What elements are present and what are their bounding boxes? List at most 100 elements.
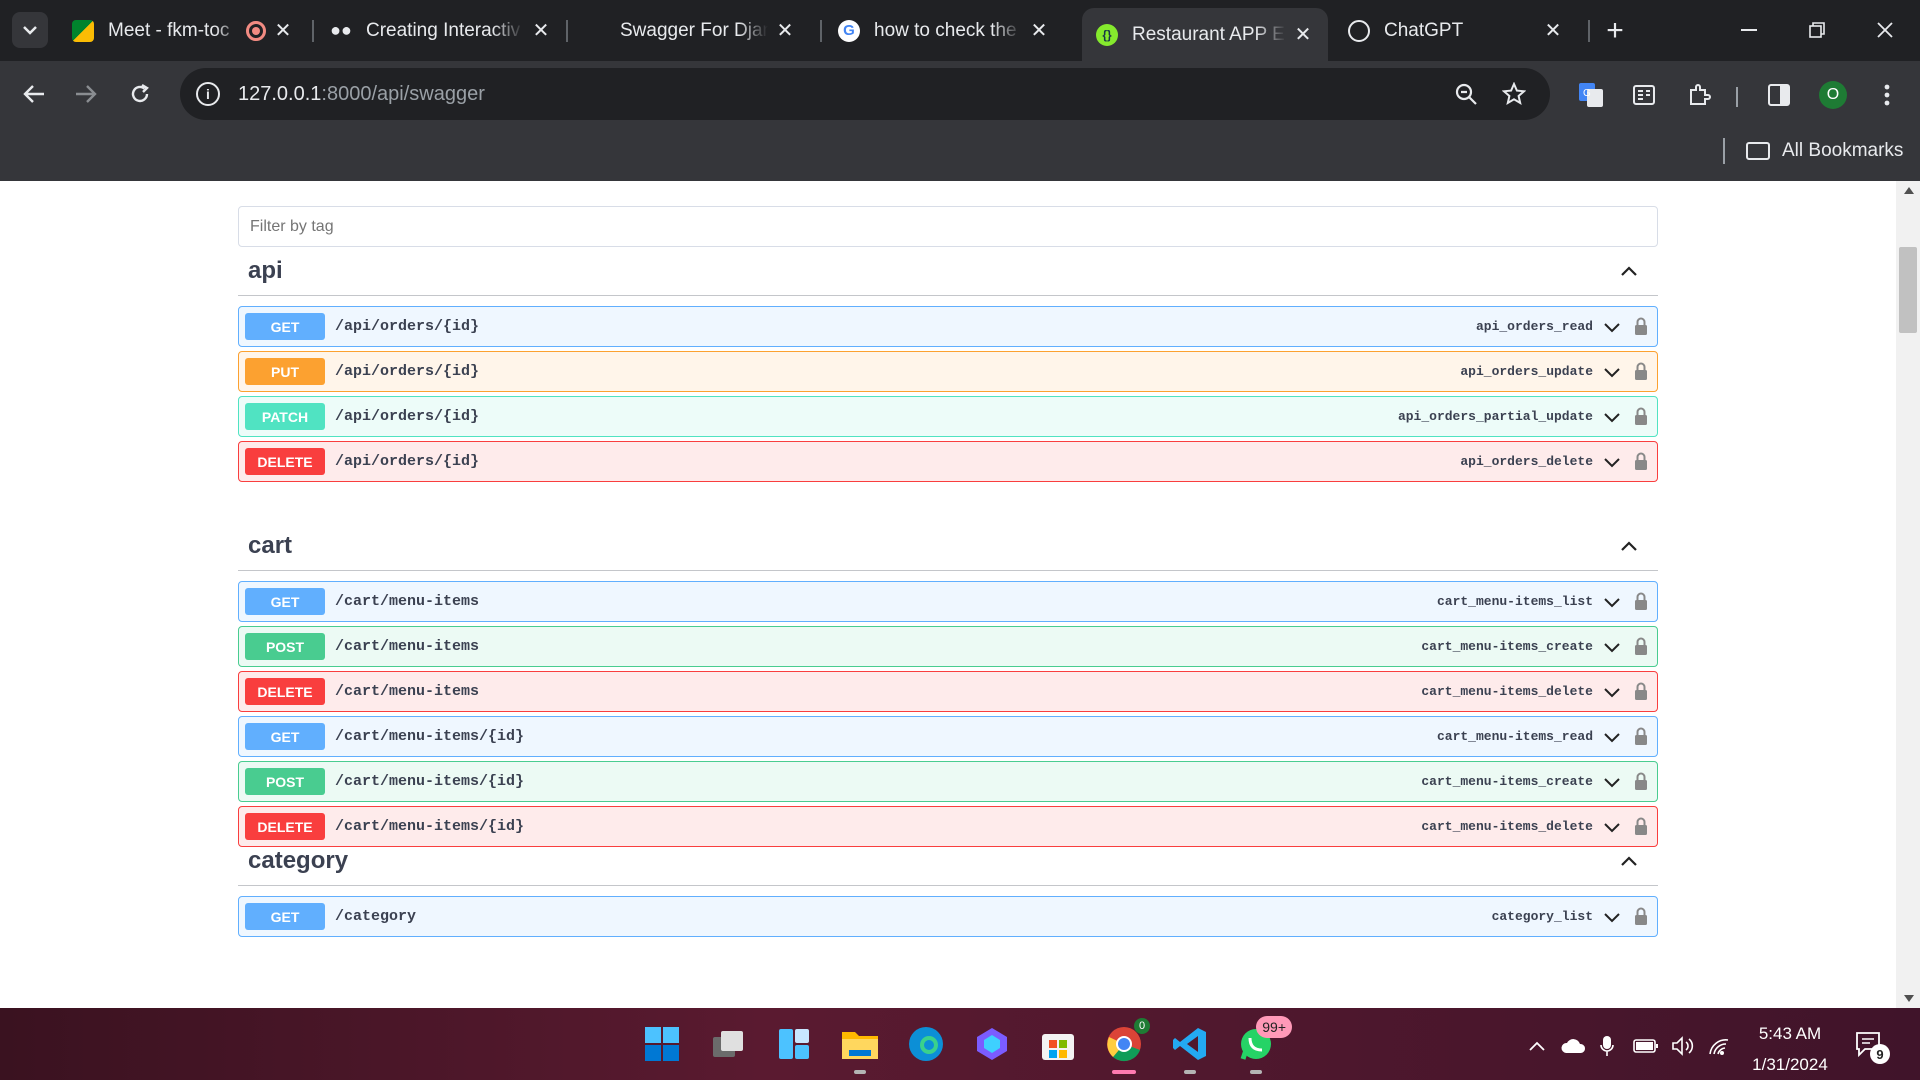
lock-icon[interactable] bbox=[1634, 637, 1648, 656]
tag-header[interactable]: api bbox=[238, 246, 1658, 296]
tab-meet[interactable]: Meet - fkm-toc ✕ bbox=[58, 8, 308, 53]
tag-header[interactable]: category bbox=[238, 836, 1658, 886]
tab-separator bbox=[820, 20, 822, 42]
operation-delete[interactable]: DELETE/cart/menu-items cart_menu-items_de… bbox=[238, 671, 1658, 712]
chevron-down-icon[interactable] bbox=[1603, 594, 1621, 612]
chevron-down-icon[interactable] bbox=[1603, 319, 1621, 337]
operation-delete[interactable]: DELETE/api/orders/{id} api_orders_delete bbox=[238, 441, 1658, 482]
toolbar-separator bbox=[1736, 87, 1738, 107]
scroll-up-arrow[interactable] bbox=[1904, 187, 1914, 194]
chevron-up-icon[interactable] bbox=[1620, 537, 1638, 555]
tab-search-button[interactable] bbox=[12, 12, 48, 48]
google-translate-icon[interactable]: G bbox=[1574, 78, 1608, 112]
new-tab-button[interactable]: + bbox=[1598, 14, 1632, 48]
chevron-down-icon[interactable] bbox=[1603, 729, 1621, 747]
notifications-button[interactable]: 9 bbox=[1854, 1030, 1890, 1064]
widgets-button[interactable] bbox=[772, 1022, 816, 1066]
chevron-down-icon[interactable] bbox=[1603, 909, 1621, 927]
operation-patch[interactable]: PATCH/api/orders/{id} api_orders_partial_… bbox=[238, 396, 1658, 437]
operation-get[interactable]: GET/cart/menu-items/{id} cart_menu-items_… bbox=[238, 716, 1658, 757]
scrollbar-thumb[interactable] bbox=[1899, 247, 1917, 333]
url-text[interactable]: 127.0.0.1:8000/api/swagger bbox=[238, 83, 485, 106]
chevron-down-icon[interactable] bbox=[1603, 409, 1621, 427]
task-view-button[interactable] bbox=[706, 1022, 750, 1066]
reload-button[interactable] bbox=[120, 74, 160, 114]
star-icon[interactable] bbox=[1500, 80, 1528, 108]
vscode-button[interactable] bbox=[1168, 1022, 1212, 1074]
close-icon[interactable]: ✕ bbox=[1028, 20, 1050, 42]
operation-post[interactable]: POST/cart/menu-items cart_menu-items_crea… bbox=[238, 626, 1658, 667]
tab-restaurant-app[interactable]: {} Restaurant APP EN ✕ bbox=[1082, 8, 1328, 61]
lock-icon[interactable] bbox=[1634, 907, 1648, 926]
back-button[interactable] bbox=[14, 74, 54, 114]
close-icon[interactable]: ✕ bbox=[272, 20, 294, 42]
lock-icon[interactable] bbox=[1634, 362, 1648, 381]
copilot-button[interactable] bbox=[970, 1022, 1014, 1066]
lock-icon[interactable] bbox=[1634, 682, 1648, 701]
file-explorer-button[interactable] bbox=[838, 1022, 882, 1074]
tab-google-search[interactable]: G how to check the v ✕ bbox=[824, 8, 1064, 53]
extensions-icon[interactable] bbox=[1682, 78, 1716, 112]
forward-button[interactable] bbox=[66, 74, 106, 114]
chevron-down-icon[interactable] bbox=[1603, 684, 1621, 702]
more-menu-icon[interactable] bbox=[1870, 78, 1904, 112]
chrome-button[interactable]: 0 bbox=[1102, 1018, 1150, 1074]
lock-icon[interactable] bbox=[1634, 592, 1648, 611]
side-panel-icon[interactable] bbox=[1762, 78, 1796, 112]
chevron-down-icon[interactable] bbox=[1603, 364, 1621, 382]
battery-icon[interactable] bbox=[1632, 1034, 1660, 1058]
tab-swagger-django[interactable]: Swagger For Djang ✕ bbox=[570, 8, 810, 53]
profile-avatar[interactable]: O bbox=[1819, 81, 1847, 109]
lock-icon[interactable] bbox=[1634, 317, 1648, 336]
lock-icon[interactable] bbox=[1634, 772, 1648, 791]
clock[interactable]: 5:43 AM 1/31/2024 bbox=[1740, 1018, 1840, 1080]
method-badge: GET bbox=[245, 313, 325, 340]
lock-icon[interactable] bbox=[1634, 407, 1648, 426]
scroll-down-arrow[interactable] bbox=[1904, 995, 1914, 1002]
chevron-down-icon[interactable] bbox=[1603, 774, 1621, 792]
tag-header[interactable]: cart bbox=[238, 521, 1658, 571]
operation-post[interactable]: POST/cart/menu-items/{id} cart_menu-items… bbox=[238, 761, 1658, 802]
whatsapp-button[interactable]: 99+ bbox=[1234, 1016, 1292, 1074]
swagger-icon: {} bbox=[1096, 23, 1118, 46]
operation-put[interactable]: PUT/api/orders/{id} api_orders_update bbox=[238, 351, 1658, 392]
close-window-button[interactable] bbox=[1860, 10, 1910, 50]
chevron-down-icon[interactable] bbox=[1603, 454, 1621, 472]
close-icon[interactable]: ✕ bbox=[1542, 20, 1564, 42]
site-info-icon[interactable]: i bbox=[196, 82, 220, 106]
operation-get[interactable]: GET/category category_list bbox=[238, 896, 1658, 937]
close-icon[interactable]: ✕ bbox=[774, 20, 796, 42]
start-button[interactable] bbox=[640, 1022, 684, 1066]
volume-icon[interactable] bbox=[1670, 1034, 1696, 1058]
restore-button[interactable] bbox=[1792, 10, 1842, 50]
lock-icon[interactable] bbox=[1634, 452, 1648, 471]
chevron-down-icon[interactable] bbox=[1603, 639, 1621, 657]
chevron-up-icon[interactable] bbox=[1620, 852, 1638, 870]
tab-medium[interactable]: ●● Creating Interactiv ✕ bbox=[316, 8, 566, 53]
close-icon[interactable]: ✕ bbox=[530, 20, 552, 42]
edge-button[interactable] bbox=[904, 1022, 948, 1066]
close-icon[interactable]: ✕ bbox=[1292, 24, 1314, 46]
onedrive-icon[interactable] bbox=[1560, 1034, 1586, 1058]
show-hidden-icons[interactable] bbox=[1526, 1034, 1548, 1058]
reading-mode-icon[interactable] bbox=[1627, 78, 1661, 112]
operation-get[interactable]: GET/cart/menu-items cart_menu-items_list bbox=[238, 581, 1658, 622]
minimize-button[interactable] bbox=[1724, 10, 1774, 50]
method-badge: DELETE bbox=[245, 448, 325, 475]
operation-path: /category bbox=[335, 908, 417, 925]
scrollbar[interactable] bbox=[1896, 181, 1920, 1008]
wifi-icon[interactable] bbox=[1706, 1034, 1732, 1058]
folder-icon bbox=[1746, 142, 1770, 160]
tab-separator bbox=[312, 20, 314, 42]
operation-get[interactable]: GET/api/orders/{id} api_orders_read bbox=[238, 306, 1658, 347]
zoom-icon[interactable] bbox=[1452, 80, 1480, 108]
tab-chatgpt[interactable]: ChatGPT ✕ bbox=[1334, 8, 1578, 53]
chevron-up-icon[interactable] bbox=[1620, 262, 1638, 280]
ms-store-button[interactable] bbox=[1036, 1022, 1080, 1066]
address-bar[interactable]: i 127.0.0.1:8000/api/swagger bbox=[180, 68, 1550, 120]
lock-icon[interactable] bbox=[1634, 727, 1648, 746]
bookmarks-bar: All Bookmarks bbox=[0, 128, 1920, 181]
microphone-icon[interactable] bbox=[1598, 1034, 1616, 1058]
all-bookmarks-button[interactable]: All Bookmarks bbox=[1746, 136, 1903, 166]
tag-name: cart bbox=[248, 531, 293, 559]
